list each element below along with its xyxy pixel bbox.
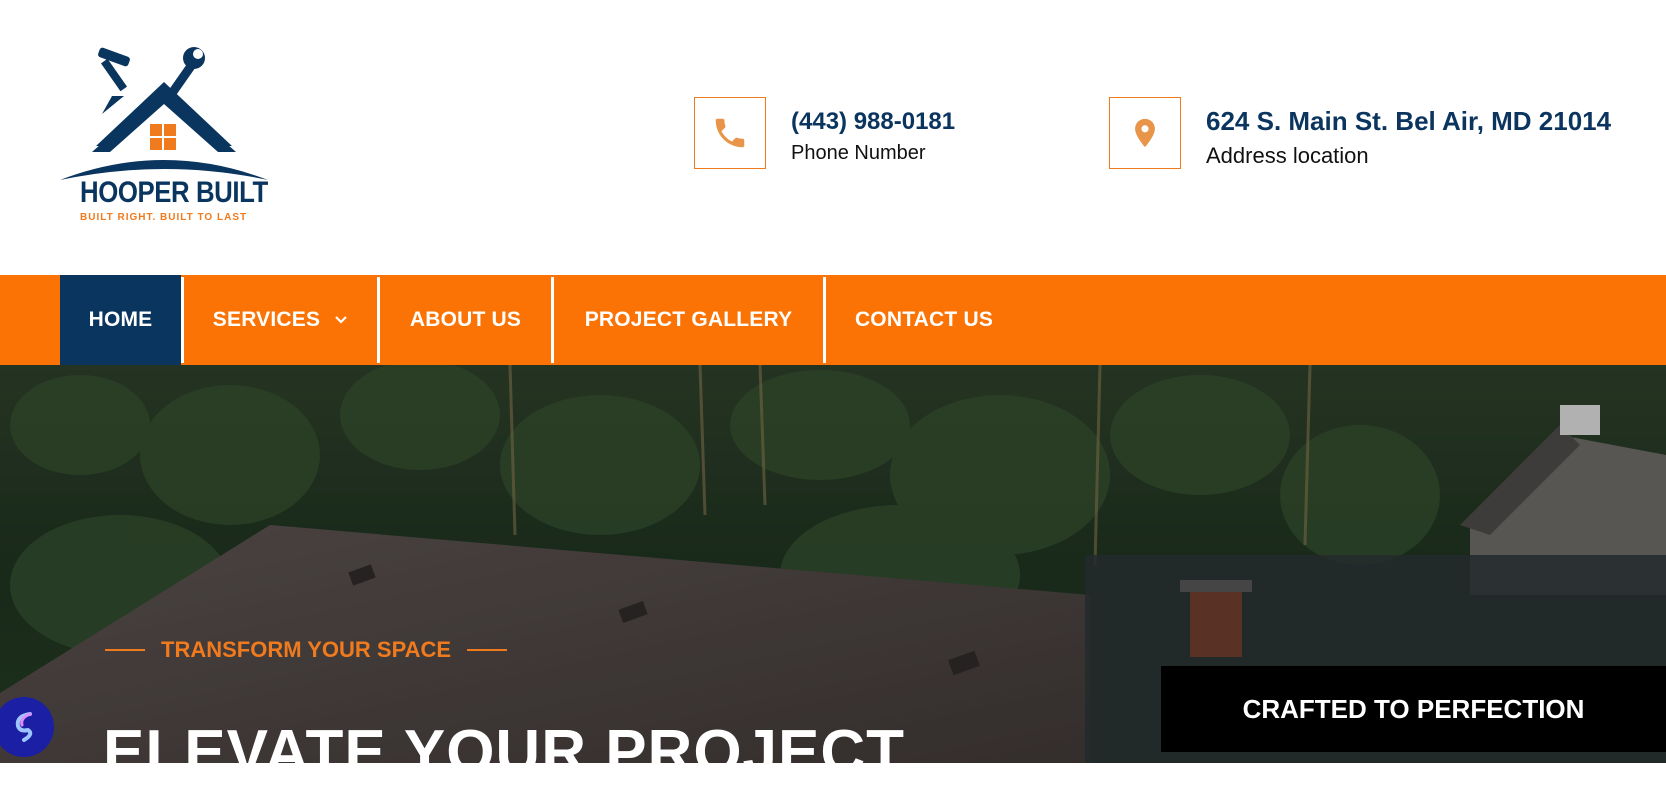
map-pin-icon <box>1135 118 1155 148</box>
nav-gallery-label: PROJECT GALLERY <box>584 308 793 331</box>
chat-logo-icon <box>15 712 33 742</box>
eyebrow-line-right <box>467 649 508 651</box>
hero-eyebrow-text: TRANSFORM YOUR SPACE <box>161 637 452 662</box>
nav-item-home[interactable]: HOME <box>60 275 181 365</box>
address-label: Address location <box>1206 143 1369 168</box>
site-header: HOOPER BUILT BUILT RIGHT. BUILT TO LAST … <box>0 0 1666 275</box>
address-text[interactable]: 624 S. Main St. Bel Air, MD 21014 <box>1206 106 1611 137</box>
phone-number[interactable]: (443) 988-0181 <box>791 108 955 136</box>
eyebrow-line-left <box>105 649 145 651</box>
nav-about-label: ABOUT US <box>409 308 522 331</box>
hero-badge: CRAFTED TO PERFECTION <box>1161 666 1666 752</box>
chevron-down-icon[interactable] <box>334 315 348 325</box>
nav-item-services[interactable]: SERVICES <box>184 275 377 365</box>
nav-contact-label: CONTACT US <box>854 308 994 331</box>
main-navigation: HOME SERVICES ABOUT US PROJECT GALLERY C… <box>0 275 1666 365</box>
nav-services-label: SERVICES <box>212 308 321 331</box>
address-icon-box[interactable] <box>1109 97 1181 169</box>
hero-title: ELEVATE YOUR PROJECT <box>103 718 906 787</box>
nav-item-about-us[interactable]: ABOUT US <box>380 275 551 365</box>
brand-tagline: BUILT RIGHT. BUILT TO LAST <box>80 212 248 223</box>
brand-logo[interactable]: HOOPER BUILT BUILT RIGHT. BUILT TO LAST <box>58 44 270 228</box>
brand-name: HOOPER BUILT <box>80 176 268 209</box>
phone-label: Phone Number <box>791 142 926 164</box>
nav-item-contact-us[interactable]: CONTACT US <box>826 275 1022 365</box>
nav-item-project-gallery[interactable]: PROJECT GALLERY <box>554 275 823 365</box>
phone-icon-box[interactable] <box>694 97 766 169</box>
phone-icon <box>715 118 745 148</box>
hero-eyebrow: TRANSFORM YOUR SPACE <box>105 637 508 663</box>
nav-home-label: HOME <box>88 308 153 331</box>
